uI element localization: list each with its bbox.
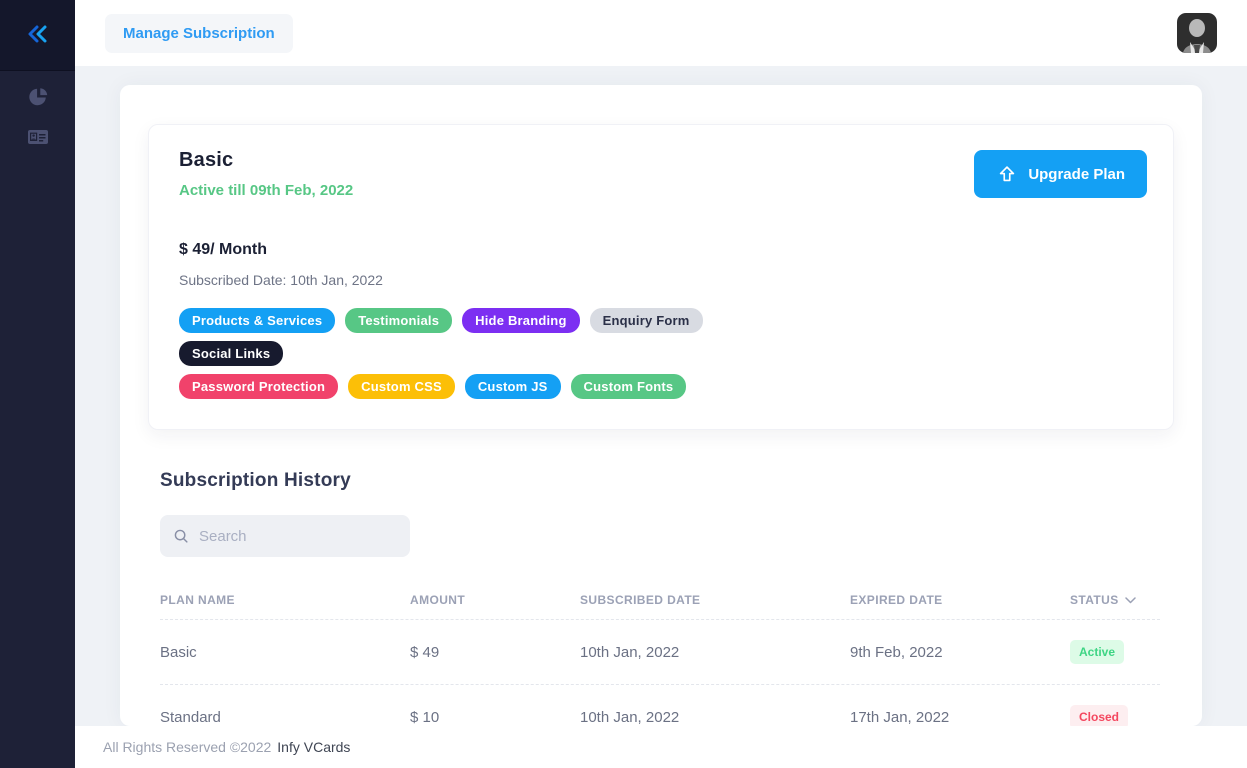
feature-badge: Testimonials	[345, 308, 452, 333]
feature-badge: Custom CSS	[348, 374, 455, 399]
sidebar-item-vcards[interactable]	[0, 119, 75, 159]
manage-subscription-button[interactable]: Manage Subscription	[105, 14, 293, 53]
footer: All Rights Reserved ©2022 Infy VCards	[75, 726, 1247, 768]
column-header-expired-date: EXPIRED DATE	[850, 593, 1070, 607]
chevron-down-icon	[1125, 597, 1136, 604]
cell-subscribed-date: 10th Jan, 2022	[580, 709, 850, 726]
cell-amount: $ 10	[410, 709, 580, 726]
feature-badge: Custom JS	[465, 374, 561, 399]
id-card-icon	[26, 125, 50, 154]
double-chevron-left-icon	[25, 23, 51, 48]
subscription-history-section: Subscription History PLAN NAME	[160, 470, 1160, 726]
user-avatar[interactable]	[1177, 13, 1217, 53]
sidebar-item-dashboard[interactable]	[0, 79, 75, 119]
upgrade-plan-button[interactable]: Upgrade Plan	[974, 150, 1147, 198]
status-badge: Active	[1070, 640, 1124, 664]
search-input[interactable]	[199, 528, 379, 545]
column-header-status[interactable]: STATUS	[1070, 593, 1160, 607]
app-window: Manage Subscription Basic Active till 09…	[0, 0, 1247, 768]
table-row: Basic $ 49 10th Jan, 2022 9th Feb, 2022 …	[160, 619, 1160, 684]
sidebar-collapse-button[interactable]	[21, 21, 55, 49]
feature-badge: Enquiry Form	[590, 308, 703, 333]
column-header-plan-name: PLAN NAME	[160, 593, 410, 607]
status-badge: Closed	[1070, 705, 1128, 726]
cell-plan-name: Standard	[160, 709, 410, 726]
brand-link[interactable]: Infy VCards	[277, 739, 350, 755]
plan-price: $ 49/ Month	[179, 241, 1147, 259]
cell-subscribed-date: 10th Jan, 2022	[580, 644, 850, 661]
cell-expired-date: 9th Feb, 2022	[850, 644, 1070, 661]
plan-feature-badges: Products & Services Testimonials Hide Br…	[179, 308, 779, 399]
table-row: Standard $ 10 10th Jan, 2022 17th Jan, 2…	[160, 684, 1160, 726]
main-column: Manage Subscription Basic Active till 09…	[75, 0, 1247, 768]
feature-badge: Products & Services	[179, 308, 335, 333]
sidebar-header	[0, 0, 75, 71]
topbar: Manage Subscription	[75, 0, 1247, 66]
sidebar-nav	[0, 71, 75, 159]
search-box	[160, 515, 410, 557]
subscription-history-table: PLAN NAME AMOUNT SUBSCRIBED DATE EXPIRED…	[160, 579, 1160, 726]
cell-expired-date: 17th Jan, 2022	[850, 709, 1070, 726]
pie-chart-icon	[27, 86, 49, 113]
column-header-amount: AMOUNT	[410, 593, 580, 607]
feature-badge: Hide Branding	[462, 308, 579, 333]
content-area: Basic Active till 09th Feb, 2022 Upgrade…	[75, 66, 1247, 726]
upgrade-plan-label: Upgrade Plan	[1028, 166, 1125, 183]
current-plan-card: Basic Active till 09th Feb, 2022 Upgrade…	[148, 124, 1174, 430]
sidebar	[0, 0, 75, 768]
feature-badge: Social Links	[179, 341, 283, 366]
copyright-text: All Rights Reserved ©2022	[103, 739, 271, 755]
feature-badge: Custom Fonts	[571, 374, 687, 399]
table-header-row: PLAN NAME AMOUNT SUBSCRIBED DATE EXPIRED…	[160, 579, 1160, 619]
subscription-panel: Basic Active till 09th Feb, 2022 Upgrade…	[120, 85, 1202, 726]
feature-badge: Password Protection	[179, 374, 338, 399]
plan-subscribed-date: Subscribed Date: 10th Jan, 2022	[179, 272, 1147, 288]
cell-plan-name: Basic	[160, 644, 410, 661]
search-icon	[172, 527, 190, 545]
column-header-subscribed-date: SUBSCRIBED DATE	[580, 593, 850, 607]
upgrade-arrow-icon	[996, 163, 1018, 185]
subscription-history-title: Subscription History	[160, 470, 1160, 492]
cell-amount: $ 49	[410, 644, 580, 661]
status-header-label: STATUS	[1070, 593, 1119, 607]
